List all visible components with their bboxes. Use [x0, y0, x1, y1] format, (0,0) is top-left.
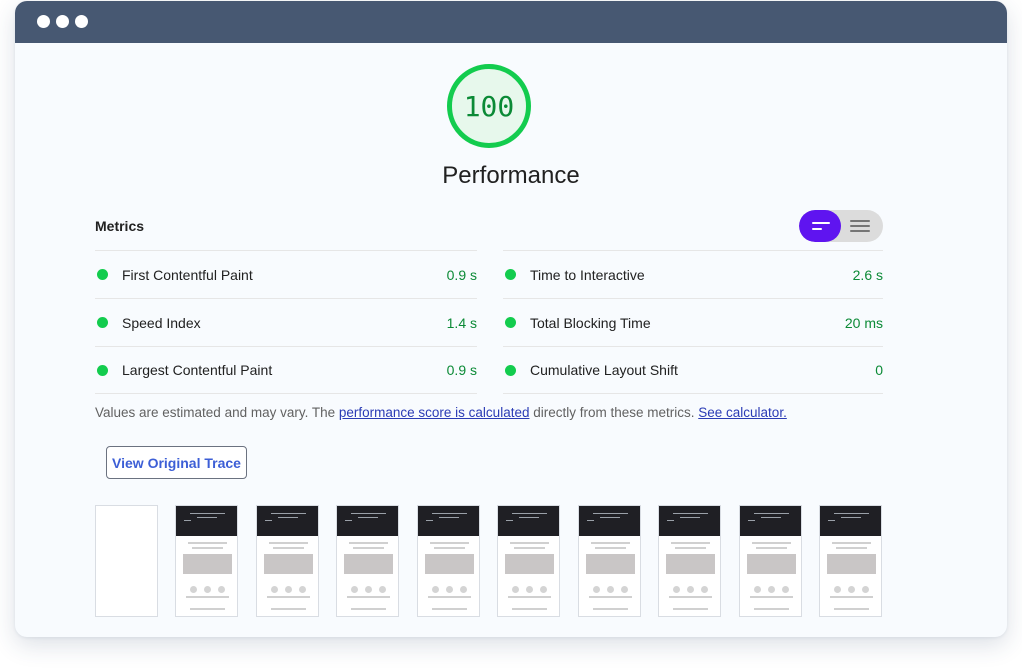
- filmstrip-frame: [336, 505, 399, 617]
- filmstrip-frame: [497, 505, 560, 617]
- metric-row: Largest Contentful Paint 0.9 s: [95, 346, 477, 394]
- metric-label: Speed Index: [122, 314, 201, 331]
- filmstrip-frame: [175, 505, 238, 617]
- pass-dot-icon: [97, 317, 108, 328]
- metric-value: 0: [875, 362, 883, 378]
- metric-value: 1.4 s: [446, 314, 477, 331]
- metric-row: Speed Index 1.4 s: [95, 298, 477, 346]
- metric-row: First Contentful Paint 0.9 s: [95, 250, 477, 298]
- metric-row: Total Blocking Time 20 ms: [503, 298, 883, 346]
- filmstrip-frame: [738, 505, 802, 617]
- score-calculated-link[interactable]: performance score is calculated: [339, 405, 530, 420]
- metric-label: Total Blocking Time: [530, 314, 651, 331]
- filmstrip: [95, 505, 885, 617]
- pass-dot-icon: [505, 269, 516, 280]
- pass-dot-icon: [505, 317, 516, 328]
- window-dot-icon: [56, 15, 69, 28]
- metrics-heading: Metrics: [95, 218, 145, 234]
- metrics-column-right: Time to Interactive 2.6 s Total Blocking…: [503, 250, 883, 394]
- metrics-view-toggle[interactable]: [799, 210, 883, 242]
- see-calculator-link[interactable]: See calculator.: [698, 405, 787, 420]
- metric-value: 0.9 s: [446, 362, 477, 378]
- metric-row: Cumulative Layout Shift 0: [503, 346, 883, 394]
- pass-dot-icon: [97, 269, 108, 280]
- metric-label: Cumulative Layout Shift: [530, 362, 678, 378]
- window-dot-icon: [37, 15, 50, 28]
- performance-score: 100: [463, 89, 515, 123]
- window-titlebar: [15, 1, 1007, 43]
- pass-dot-icon: [505, 364, 516, 376]
- filmstrip-frame: [819, 505, 882, 617]
- metrics-column-left: First Contentful Paint 0.9 s Speed Index…: [95, 250, 477, 394]
- metric-row: Time to Interactive 2.6 s: [503, 250, 883, 298]
- metric-value: 0.9 s: [446, 266, 477, 283]
- metric-label: Time to Interactive: [530, 266, 645, 283]
- summary-view-icon[interactable]: [799, 210, 841, 242]
- performance-gauge: 100: [447, 64, 531, 148]
- metric-label: First Contentful Paint: [122, 266, 253, 283]
- note-text: Values are estimated and may vary. The: [95, 405, 339, 420]
- filmstrip-frame: [416, 505, 480, 617]
- note-text: directly from these metrics.: [529, 405, 699, 420]
- metrics-note: Values are estimated and may vary. The p…: [95, 405, 787, 420]
- pass-dot-icon: [97, 364, 108, 376]
- performance-title: Performance: [442, 162, 580, 189]
- filmstrip-frame: [658, 505, 721, 617]
- list-view-icon[interactable]: [841, 210, 883, 242]
- filmstrip-frame: [255, 505, 319, 617]
- filmstrip-frame-blank: [95, 505, 158, 617]
- window-dot-icon: [75, 15, 88, 28]
- metric-value: 20 ms: [844, 314, 883, 331]
- metric-label: Largest Contentful Paint: [122, 362, 273, 378]
- metric-value: 2.6 s: [852, 266, 883, 283]
- filmstrip-frame: [577, 505, 641, 617]
- view-original-trace-button[interactable]: View Original Trace: [106, 446, 247, 479]
